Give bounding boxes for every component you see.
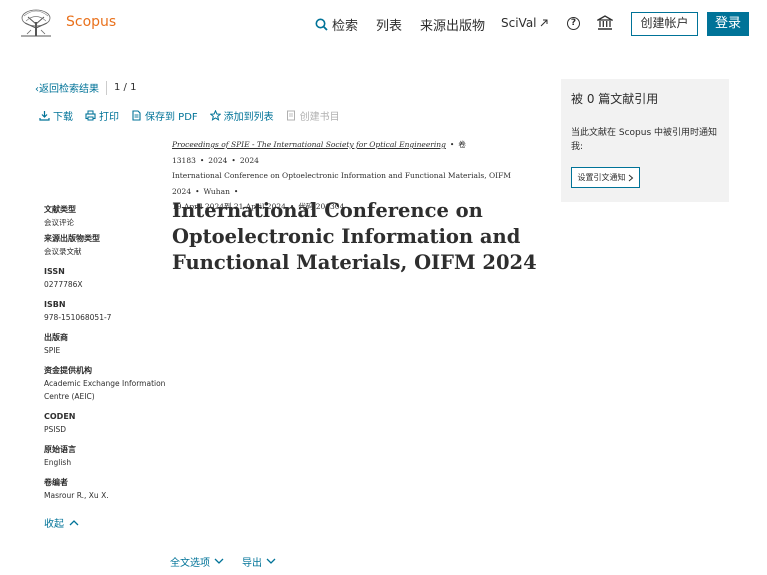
result-pager: 1 / 1 — [114, 82, 137, 93]
create-bibliography-label: 创建书目 — [299, 112, 340, 123]
download-icon — [39, 111, 50, 121]
print-button[interactable]: 打印 — [85, 108, 119, 123]
institution-icon[interactable] — [597, 15, 613, 31]
meta-value: Academic Exchange Information Centre (AE… — [44, 379, 166, 401]
collapse-metadata-button[interactable]: 收起 — [44, 515, 79, 530]
set-citation-alert-label: 设置引文通知 — [577, 173, 626, 182]
search-icon — [315, 18, 328, 31]
meta-label: 原始语言 — [44, 445, 76, 454]
export-button[interactable]: 导出 — [242, 554, 276, 569]
nav-sources[interactable]: 来源出版物 — [420, 15, 485, 34]
nav-lists[interactable]: 列表 — [376, 15, 402, 34]
bibliography-icon — [286, 110, 295, 121]
chevron-down-icon — [266, 558, 276, 564]
set-citation-alert-button[interactable]: 设置引文通知 — [571, 167, 640, 188]
meta-value: 会议评论 — [44, 218, 74, 227]
meta-label: ISBN — [44, 300, 66, 309]
bottom-actions: 全文选项 导出 — [170, 554, 276, 569]
nav-scival-label: SciVal — [501, 16, 537, 30]
source-year: 2024 — [208, 155, 228, 165]
cited-by-panel: 被 0 篇文献引用 当此文献在 Scopus 中被引用时通知我: 设置引文通知 — [561, 79, 729, 202]
cited-by-description: 当此文献在 Scopus 中被引用时通知我: — [571, 128, 717, 152]
elsevier-tree-icon[interactable] — [19, 8, 53, 38]
cited-by-title: 被 0 篇文献引用 — [571, 92, 659, 106]
document-toolbar: 下载 打印 保存到 PDF 添加到列表 创建书目 — [39, 108, 352, 123]
chevron-down-icon — [214, 558, 224, 564]
meta-label: 出版商 — [44, 333, 68, 342]
chevron-right-icon — [628, 174, 633, 181]
meta-label: 资金提供机构 — [44, 366, 92, 375]
save-pdf-button[interactable]: 保存到 PDF — [131, 108, 198, 123]
help-icon[interactable]: ? — [567, 17, 580, 30]
meta-label: 卷编者 — [44, 478, 68, 487]
chevron-up-icon — [69, 520, 79, 526]
full-text-options-button[interactable]: 全文选项 — [170, 554, 224, 569]
print-label: 打印 — [99, 112, 119, 123]
create-account-button[interactable]: 创建帐户 — [631, 12, 698, 36]
top-header: Scopus 检索 列表 来源出版物 SciVal ? 创建帐户 登录 — [0, 0, 767, 48]
meta-value: Masrour R., Xu X. — [44, 491, 109, 500]
meta-value: PSISD — [44, 425, 67, 434]
login-button[interactable]: 登录 — [707, 12, 749, 36]
meta-label: 来源出版物类型 — [44, 234, 100, 243]
back-label: 返回检索结果 — [39, 84, 99, 95]
meta-value: SPIE — [44, 346, 61, 355]
document-metadata: 文献类型 会议评论 来源出版物类型 会议录文献 ISSN 0277786X IS… — [44, 204, 169, 502]
meta-label: CODEN — [44, 412, 76, 421]
brand-name[interactable]: Scopus — [66, 14, 116, 30]
document-title: International Conference on Optoelectron… — [172, 199, 537, 274]
source-journal-link[interactable]: Proceedings of SPIE - The International … — [172, 140, 446, 149]
export-label: 导出 — [242, 558, 262, 569]
meta-value: 会议录文献 — [44, 247, 82, 256]
save-pdf-label: 保存到 PDF — [145, 112, 198, 123]
meta-label: 文献类型 — [44, 205, 76, 214]
breadcrumb: ‹返回检索结果 1 / 1 — [35, 80, 136, 95]
source-location: Wuhan — [203, 186, 230, 196]
add-to-list-button[interactable]: 添加到列表 — [209, 108, 274, 123]
collapse-label: 收起 — [44, 519, 64, 530]
create-bibliography-button[interactable]: 创建书目 — [286, 108, 340, 123]
back-to-results-link[interactable]: ‹返回检索结果 — [35, 80, 99, 95]
meta-value: English — [44, 458, 72, 467]
nav-scival[interactable]: SciVal — [501, 16, 548, 30]
pdf-icon — [132, 110, 141, 121]
star-icon — [209, 110, 221, 121]
nav-search[interactable]: 检索 — [315, 15, 358, 34]
meta-value: 978-151068051-7 — [44, 313, 112, 322]
add-to-list-label: 添加到列表 — [223, 112, 274, 123]
meta-label: ISSN — [44, 267, 65, 276]
full-text-options-label: 全文选项 — [170, 558, 210, 569]
external-link-icon — [540, 19, 548, 27]
download-label: 下载 — [53, 112, 73, 123]
print-icon — [85, 110, 96, 121]
download-button[interactable]: 下载 — [39, 108, 73, 123]
meta-value: 0277786X — [44, 280, 83, 289]
divider — [106, 80, 107, 95]
nav-search-label: 检索 — [332, 19, 359, 34]
source-year-2: 2024 — [239, 155, 259, 165]
